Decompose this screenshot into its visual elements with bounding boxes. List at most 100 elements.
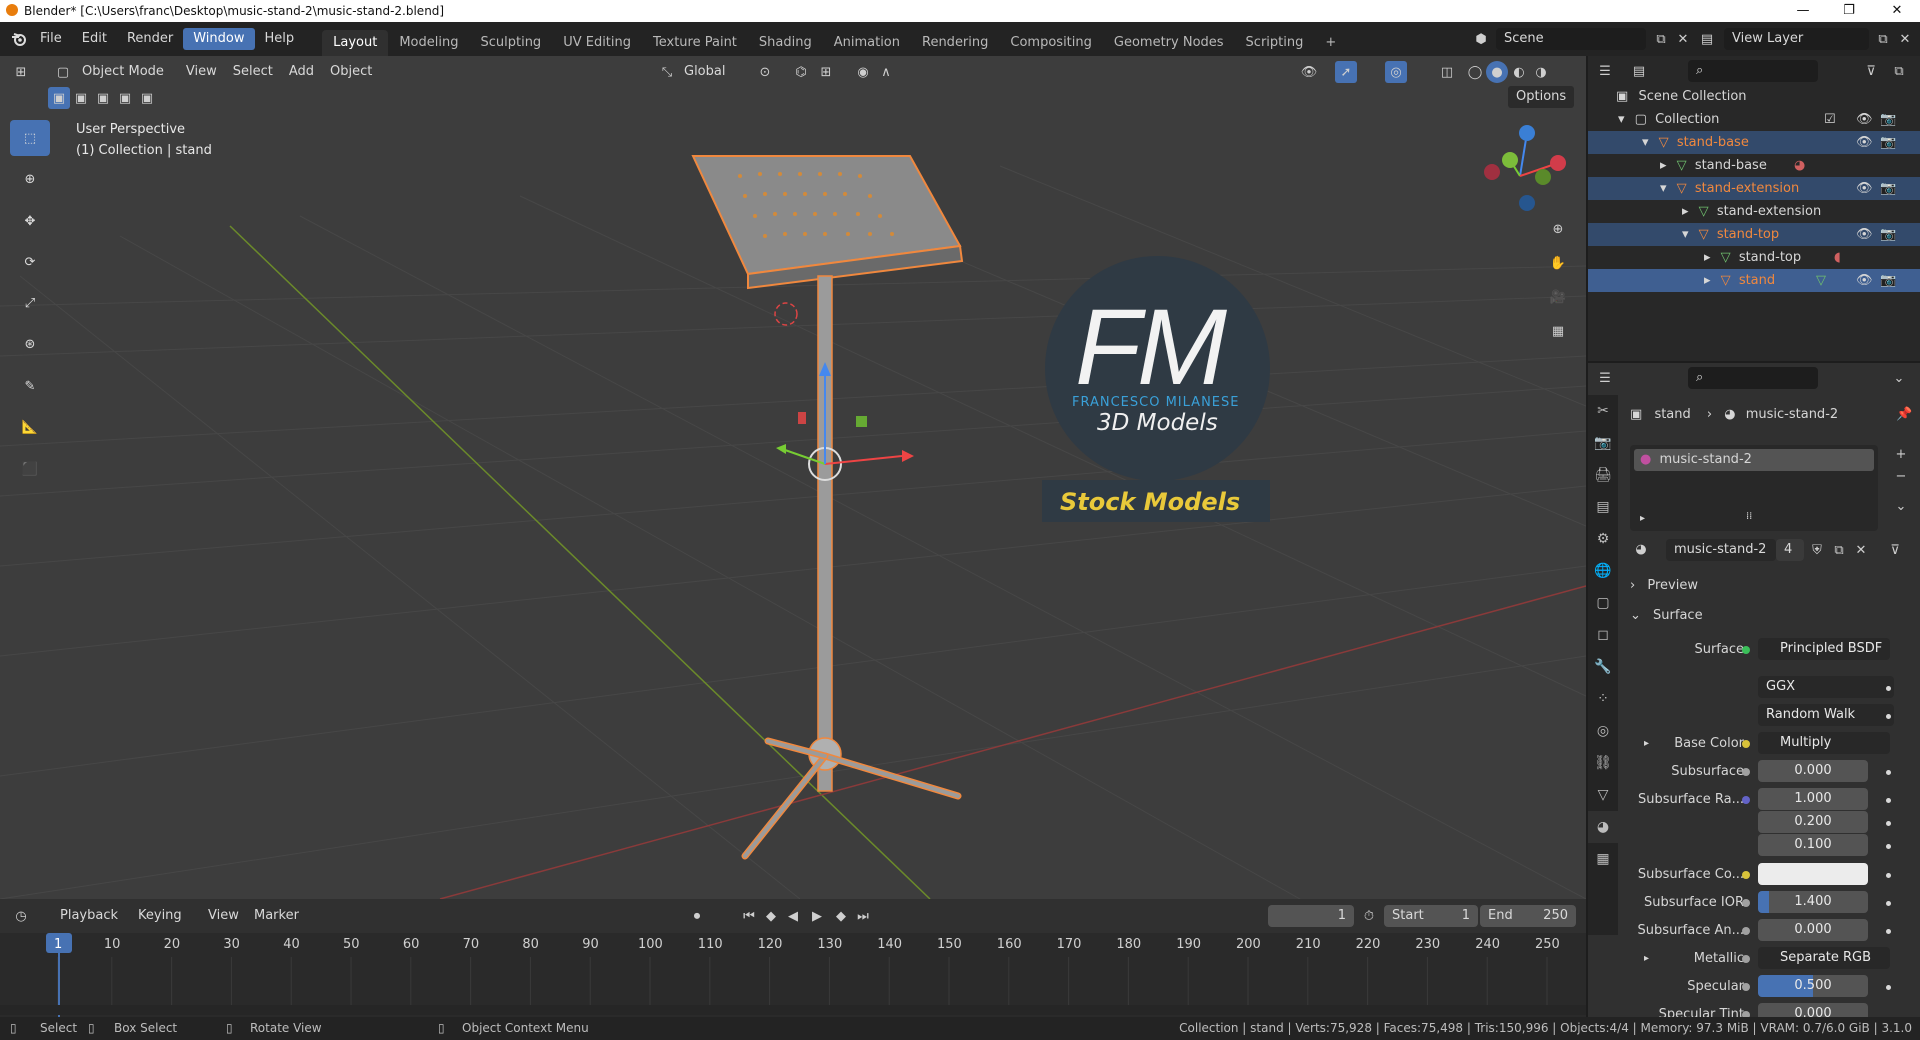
keyframe-dot[interactable] — [1886, 821, 1891, 826]
preview-range-icon[interactable]: ⏱ — [1358, 905, 1380, 927]
new-view-layer-icon[interactable]: ⧉ — [1872, 28, 1894, 50]
playback-menu[interactable]: Playback — [52, 905, 126, 927]
pan-hand-icon[interactable]: ✋ — [1547, 252, 1569, 274]
3d-cursor[interactable] — [774, 302, 798, 326]
scene-tab-icon[interactable]: ⚙ — [1588, 523, 1618, 555]
timeline-view-menu[interactable]: View — [200, 905, 247, 927]
play-icon[interactable]: ▶ — [806, 905, 828, 927]
material-browse-icon[interactable]: ◕ — [1630, 538, 1652, 560]
particles-tab-icon[interactable]: ⁘ — [1588, 683, 1618, 715]
material-tab-icon[interactable]: ◕ — [1588, 811, 1618, 843]
keyframe-dot[interactable] — [1886, 929, 1891, 934]
scene-selector[interactable]: Scene — [1496, 28, 1646, 50]
base-color-link-field[interactable]: Multiply — [1758, 732, 1890, 754]
jump-end-icon[interactable]: ⏭ — [852, 905, 874, 927]
add-menu[interactable]: Add — [281, 61, 322, 83]
rotate-tool-icon[interactable]: ⟳ — [10, 244, 50, 280]
node-filter-icon[interactable]: ⊽ — [1884, 539, 1906, 561]
data-tab-icon[interactable]: ▽ — [1588, 779, 1618, 811]
world-tab-icon[interactable]: 🌐 — [1588, 555, 1618, 587]
view-layer-selector[interactable]: View Layer — [1724, 28, 1869, 50]
eye-icon[interactable]: 👁 — [1856, 177, 1873, 200]
wireframe-shading-icon[interactable]: ◯ — [1464, 61, 1486, 83]
keyframe-dot[interactable] — [1886, 714, 1891, 719]
next-keyframe-icon[interactable]: ◆ — [830, 905, 852, 927]
keyframe-dot[interactable] — [1886, 770, 1891, 775]
camera-icon[interactable]: 📷 — [1880, 223, 1896, 246]
tab-shading[interactable]: Shading — [748, 30, 823, 56]
add-slot-icon[interactable]: + — [1890, 443, 1912, 465]
outliner-stand-top-mesh[interactable]: ▸ ▽ stand-top ◖ — [1588, 246, 1920, 269]
camera-view-icon[interactable]: 🎥 — [1547, 286, 1569, 308]
fake-user-shield-icon[interactable]: ⛨ — [1806, 539, 1828, 561]
specular-field[interactable]: 0.500 — [1758, 975, 1868, 997]
start-frame-field[interactable]: Start 1 — [1384, 905, 1478, 927]
metallic-link-field[interactable]: Separate RGB — [1758, 947, 1890, 969]
navigation-gizmo[interactable] — [1484, 125, 1566, 211]
snap-target-icon[interactable]: ⊞ — [815, 61, 837, 83]
view-layer-icon[interactable]: ▤ — [1696, 28, 1718, 50]
menu-window[interactable]: Window — [183, 28, 255, 50]
slot-specials-icon[interactable]: ⌄ — [1890, 495, 1912, 517]
subsurface-anisotropy-field[interactable]: 0.000 — [1758, 919, 1868, 941]
3d-viewport[interactable]: ⊞ ▢ Object Mode View Select Add Object ⤡… — [0, 56, 1586, 899]
constraints-tab-icon[interactable]: ⛓ — [1588, 747, 1618, 779]
surface-panel-header[interactable]: ⌄ Surface — [1630, 604, 1910, 628]
subsurface-ior-field[interactable]: 1.400 — [1758, 891, 1868, 913]
pin-icon[interactable]: 📌 — [1896, 404, 1912, 426]
options-dropdown[interactable]: Options — [1508, 86, 1575, 108]
move-tool-icon[interactable]: ✥ — [10, 203, 50, 239]
pivot-icon[interactable]: ⊙ — [754, 61, 776, 83]
end-frame-field[interactable]: End 250 — [1480, 905, 1576, 927]
jump-start-icon[interactable]: ⏮ — [738, 905, 760, 927]
unlink-material-icon[interactable]: ✕ — [1850, 539, 1872, 561]
editor-type-icon[interactable]: ⊞ — [10, 61, 32, 83]
delete-view-layer-icon[interactable]: ✕ — [1894, 28, 1916, 50]
gizmo-toggle-icon[interactable]: ➚ — [1335, 61, 1357, 83]
keyframe-dot[interactable] — [1886, 686, 1891, 691]
marker-menu[interactable]: Marker — [246, 905, 307, 927]
select-intersect-icon[interactable]: ▣ — [136, 87, 158, 109]
outliner-editor-icon[interactable]: ☰ — [1594, 60, 1616, 82]
tab-modeling[interactable]: Modeling — [388, 30, 469, 56]
delete-scene-icon[interactable]: ✕ — [1672, 28, 1694, 50]
subsurface-method-dropdown[interactable]: Random Walk — [1758, 704, 1894, 726]
subsurface-radius-x-field[interactable]: 1.000 — [1758, 788, 1868, 810]
specular-tint-field[interactable]: 0.000 — [1758, 1003, 1868, 1017]
filter-icon[interactable]: ⊽ — [1860, 60, 1882, 82]
tab-texture-paint[interactable]: Texture Paint — [642, 30, 748, 56]
transform-tool-icon[interactable]: ⊛ — [10, 326, 50, 362]
scale-tool-icon[interactable]: ⤢ — [10, 285, 50, 321]
properties-search-input[interactable]: ⌕ — [1688, 367, 1818, 389]
zoom-icon[interactable]: ⊕ — [1547, 218, 1569, 240]
perspective-toggle-icon[interactable]: ▦ — [1547, 320, 1569, 342]
record-icon[interactable]: ⏺ — [686, 905, 708, 927]
select-box-tool-icon[interactable]: ⬚ — [10, 120, 50, 156]
outliner-search-input[interactable]: ⌕ — [1688, 60, 1818, 82]
expand-icon[interactable]: ▸ — [1704, 273, 1711, 288]
transform-gizmo[interactable] — [776, 362, 914, 481]
outliner-stand-base-mesh[interactable]: ▸ ▽ stand-base ◕ — [1588, 154, 1920, 177]
expand-icon[interactable]: ▸ — [1660, 158, 1667, 173]
outliner-stand-base[interactable]: ▾ ▽ stand-base 👁 📷 — [1588, 131, 1920, 154]
new-collection-icon[interactable]: ⧉ — [1888, 60, 1910, 82]
material-slot-list[interactable]: ● music-stand-2 ▸ ⁞⁞ — [1630, 445, 1878, 531]
new-scene-icon[interactable]: ⧉ — [1650, 28, 1672, 50]
outliner-stand-extension[interactable]: ▾ ▽ stand-extension 👁 📷 — [1588, 177, 1920, 200]
expand-icon[interactable]: ▸ — [1644, 732, 1649, 756]
play-reverse-icon[interactable]: ◀ — [782, 905, 804, 927]
expand-icon[interactable]: ▾ — [1682, 227, 1689, 242]
material-shading-icon[interactable]: ◐ — [1508, 61, 1530, 83]
object-menu[interactable]: Object — [322, 61, 380, 83]
close-button[interactable]: ✕ — [1874, 0, 1920, 22]
tab-layout[interactable]: Layout — [322, 30, 389, 56]
camera-icon[interactable]: 📷 — [1880, 108, 1896, 131]
keying-menu[interactable]: Keying — [130, 905, 190, 927]
camera-icon[interactable]: 📷 — [1880, 269, 1896, 292]
distribution-dropdown[interactable]: GGX — [1758, 676, 1894, 698]
eye-icon[interactable]: 👁 — [1856, 269, 1873, 292]
material-name-field[interactable]: music-stand-2 — [1666, 539, 1776, 561]
expand-icon[interactable]: ▾ — [1642, 135, 1649, 150]
render-tab-icon[interactable]: 📷 — [1588, 427, 1618, 459]
select-new-icon[interactable]: ▣ — [48, 87, 70, 109]
